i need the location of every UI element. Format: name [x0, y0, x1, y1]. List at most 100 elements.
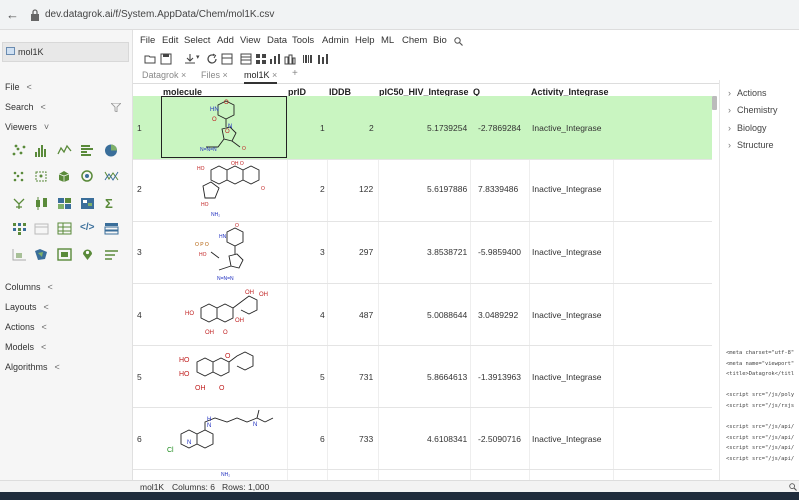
vertical-scrollbar[interactable] [712, 96, 717, 110]
tab-files[interactable]: Files × [201, 70, 228, 84]
menu-admin[interactable]: Admin [322, 35, 349, 46]
barcode-icon[interactable] [302, 53, 314, 65]
columns-icon[interactable] [317, 53, 329, 65]
bar-view-icon[interactable] [269, 53, 281, 65]
molecule-cell[interactable]: HO OH O O HO NH₂ [161, 160, 287, 222]
filter-icon[interactable] [111, 103, 121, 112]
table-row[interactable]: 6 H N N N Cl 6 733 4.6108341 -2.5090716 … [133, 408, 712, 470]
grid-icon[interactable] [57, 222, 72, 235]
status-table-name[interactable]: mol1K [140, 482, 164, 492]
molecule-cell[interactable]: O HN O N O O N=N=N [161, 96, 287, 158]
tree-icon[interactable] [12, 197, 27, 210]
search-icon[interactable] [454, 37, 463, 46]
pc-plot-icon[interactable] [104, 170, 119, 183]
section-search[interactable]: Search < [5, 102, 46, 112]
molecule-cell[interactable]: OH OH HO OH OH O [161, 284, 287, 346]
molecule-cell[interactable]: HO HO OH O O [161, 346, 287, 408]
cell-prid: 6 [320, 434, 325, 444]
dropdown-arrow-icon[interactable]: ▾ [196, 53, 200, 61]
menu-edit[interactable]: Edit [162, 35, 178, 46]
cell-prid: 3 [320, 247, 325, 257]
section-file[interactable]: File < [5, 82, 32, 92]
pie-chart-icon[interactable] [104, 144, 119, 157]
menu-view[interactable]: View [240, 35, 260, 46]
close-icon[interactable]: × [272, 70, 277, 80]
tile-viewer-icon[interactable] [57, 248, 72, 261]
pivot-icon[interactable] [104, 248, 119, 261]
menu-chem[interactable]: Chem [402, 35, 427, 46]
menu-bio[interactable]: Bio [433, 35, 447, 46]
menu-data[interactable]: Data [267, 35, 287, 46]
menu-help[interactable]: Help [355, 35, 375, 46]
menu-select[interactable]: Select [184, 35, 210, 46]
back-icon[interactable]: ← [6, 8, 20, 22]
trellis-icon[interactable] [12, 170, 27, 183]
section-viewers[interactable]: Viewers ˅ [5, 122, 49, 132]
panel-chemistry[interactable]: › Chemistry [728, 105, 778, 115]
grid-view-icon[interactable] [240, 53, 252, 65]
panel-structure[interactable]: › Structure [728, 140, 774, 150]
cell-prid: 5 [320, 372, 325, 382]
close-icon[interactable]: × [223, 70, 228, 80]
menu-tools[interactable]: Tools [292, 35, 314, 46]
molecule-structure: HO OH O O HO NH₂ [197, 161, 265, 218]
form-icon[interactable] [104, 222, 119, 235]
scatter-3d-icon[interactable] [34, 170, 49, 183]
panel-biology[interactable]: › Biology [728, 123, 767, 133]
line-chart-icon[interactable] [57, 144, 72, 157]
menu-add[interactable]: Add [217, 35, 234, 46]
cell-pic50: 5.8664613 [427, 372, 468, 382]
correlation-plot-icon[interactable] [12, 222, 27, 235]
matrix-plot-icon[interactable] [80, 197, 95, 210]
layout-icon[interactable] [221, 53, 233, 65]
section-layouts[interactable]: Layouts < [5, 302, 49, 312]
shapemap-icon[interactable] [34, 248, 49, 261]
heatmap-icon[interactable] [57, 197, 72, 210]
histogram-icon[interactable] [34, 144, 49, 157]
cell-pic50: 3.8538721 [427, 247, 468, 257]
tab-mol1k[interactable]: mol1K × [244, 70, 278, 84]
open-folder-icon[interactable] [144, 53, 156, 65]
tab-datagrok[interactable]: Datagrok × [142, 70, 186, 84]
molecule-cell[interactable]: O P O HO O HN N=N=N [161, 222, 287, 284]
column-stats-icon[interactable] [284, 53, 296, 65]
section-algorithms[interactable]: Algorithms < [5, 362, 60, 372]
table-row[interactable]: 1 O HN O N O O N=N=N 1 2 5.1739254 -2.78… [133, 96, 712, 160]
section-actions-label: Actions [5, 322, 35, 332]
calendar-icon[interactable] [34, 222, 49, 235]
map-pin-icon[interactable] [80, 248, 95, 261]
lock-icon [31, 9, 39, 21]
table-row[interactable]: 5 HO HO OH O O 5 731 5.8664613 -1.391396… [133, 346, 712, 408]
menu-ml[interactable]: ML [381, 35, 394, 46]
table-row[interactable]: 4 OH OH HO OH OH O 4 487 5.0088644 3.048… [133, 284, 712, 346]
menu-file[interactable]: File [140, 35, 155, 46]
statistics-icon[interactable]: Σ [105, 196, 113, 211]
cube-icon[interactable] [57, 170, 72, 183]
url-text[interactable]: dev.datagrok.ai/f/System.AppData/Chem/mo… [45, 9, 274, 20]
table-row[interactable]: NH₂ [133, 470, 712, 480]
scatter-plot-icon[interactable] [12, 144, 27, 157]
network-icon[interactable] [80, 170, 95, 183]
search-icon[interactable] [789, 483, 797, 491]
section-columns[interactable]: Columns < [5, 282, 53, 292]
markup-icon[interactable]: </> [80, 222, 94, 233]
section-actions[interactable]: Actions < [5, 322, 47, 332]
tiles-icon[interactable] [255, 53, 267, 65]
close-icon[interactable]: × [181, 70, 186, 80]
box-plot-icon[interactable] [34, 197, 49, 210]
section-models[interactable]: Models < [5, 342, 46, 352]
document-header[interactable]: mol1K [2, 42, 129, 62]
chevron-left-icon: < [41, 342, 47, 352]
chart-icon[interactable] [12, 248, 27, 261]
refresh-icon[interactable] [206, 53, 218, 65]
download-icon[interactable] [184, 53, 196, 65]
table-row[interactable]: 2 HO OH O O HO NH₂ 2 122 5.6197886 7.833… [133, 160, 712, 222]
save-icon[interactable] [160, 53, 172, 65]
add-tab-button[interactable]: + [292, 68, 298, 82]
table-row[interactable]: 3 O P O HO O HN N=N=N 3 297 3.8538721 -5… [133, 222, 712, 284]
view-tabs: Datagrok × Files × mol1K × + [133, 68, 719, 84]
molecule-cell[interactable]: H N N N Cl [161, 408, 287, 470]
tab-files-label: Files [201, 70, 221, 80]
bar-chart-icon[interactable] [80, 144, 95, 157]
panel-actions[interactable]: › Actions [728, 88, 767, 98]
